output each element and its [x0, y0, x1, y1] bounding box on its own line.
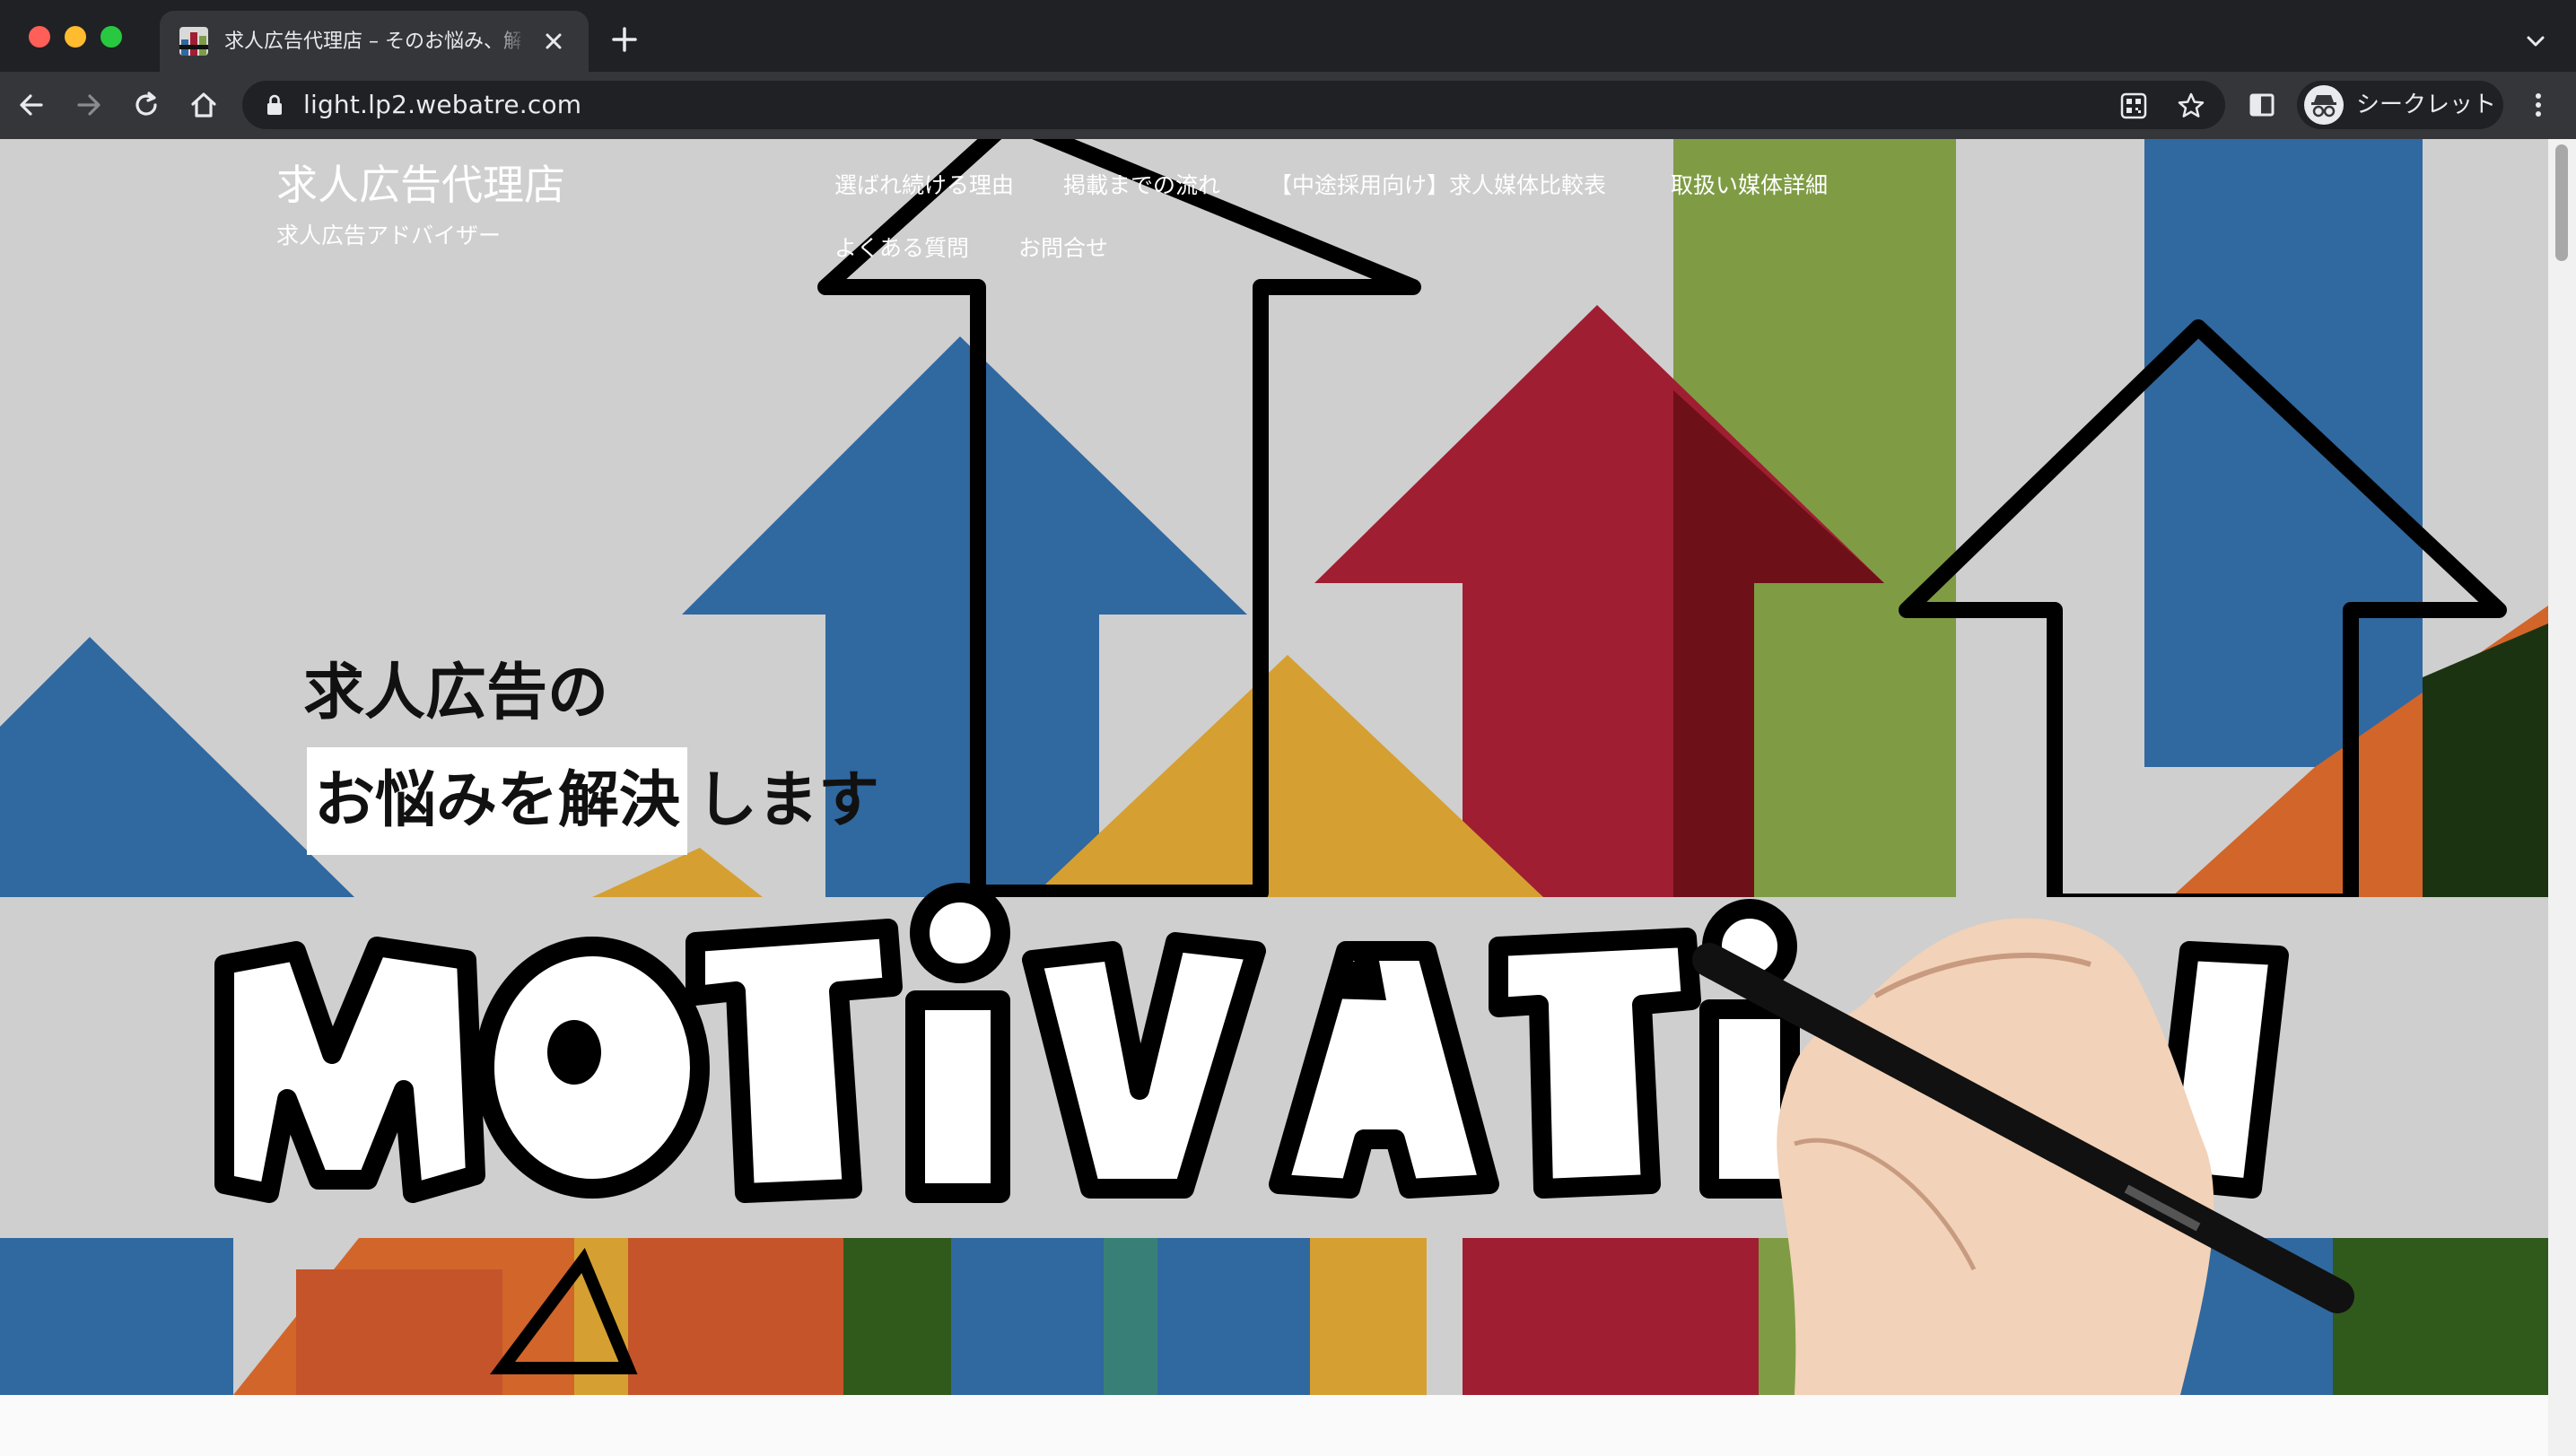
lock-icon[interactable]: [264, 93, 285, 117]
tab-title: 求人広告代理店 – そのお悩み、解決: [224, 31, 520, 53]
minimize-window-button[interactable]: [65, 26, 86, 48]
nav-contact[interactable]: お問合せ: [1018, 231, 1108, 266]
favicon-icon: [179, 27, 208, 56]
nav-media-comparison[interactable]: 【中途採用向け】求人媒体比較表: [1270, 168, 1606, 204]
forward-icon[interactable]: [72, 88, 106, 122]
site-title[interactable]: 求人広告代理店: [276, 155, 565, 214]
close-window-button[interactable]: [29, 26, 50, 48]
hero-headline-line1: 求人広告の: [303, 658, 609, 728]
browser-window: 求人広告代理店 – そのお悩み、解決 light.lp2.webatre.com…: [0, 0, 2576, 1456]
scrollbar-thumb[interactable]: [2555, 144, 2568, 261]
bookmark-star-icon[interactable]: [2177, 92, 2205, 120]
reload-icon[interactable]: [129, 88, 163, 122]
url-text: light.lp2.webatre.com: [303, 90, 582, 119]
tab-strip: 求人広告代理店 – そのお悩み、解決: [0, 0, 2576, 72]
browser-toolbar: light.lp2.webatre.com シークレット: [0, 72, 2576, 139]
tab-title-fade: [492, 23, 528, 59]
back-icon[interactable]: [14, 88, 48, 122]
nav-flow[interactable]: 掲載までの流れ: [1063, 168, 1220, 204]
nav-media-details[interactable]: 取扱い媒体詳細: [1671, 168, 1828, 204]
zoom-window-button[interactable]: [100, 26, 122, 48]
nav-faq[interactable]: よくある質問: [834, 231, 969, 266]
new-tab-icon[interactable]: [610, 25, 639, 54]
home-icon[interactable]: [187, 88, 221, 122]
hero-section: 求人広告代理店 求人広告アドバイザー 選ばれ続ける理由 掲載までの流れ 【中途採…: [0, 139, 2548, 1395]
active-tab[interactable]: 求人広告代理店 – そのお悩み、解決: [160, 11, 589, 72]
site-tagline: 求人広告アドバイザー: [276, 222, 502, 248]
close-tab-icon[interactable]: [540, 28, 567, 55]
incognito-profile-button[interactable]: シークレット: [2297, 81, 2503, 129]
side-panel-icon[interactable]: [2245, 88, 2279, 122]
tab-search-chevron-icon[interactable]: [2523, 29, 2548, 54]
web-page: 求人広告代理店 求人広告アドバイザー 選ばれ続ける理由 掲載までの流れ 【中途採…: [0, 139, 2576, 1456]
hero-headline-line2: お悩みを解決 します: [307, 747, 879, 855]
incognito-label: シークレット: [2356, 92, 2497, 118]
menu-icon[interactable]: [2521, 88, 2555, 122]
hero-headline-highlight: お悩みを解決: [307, 747, 688, 855]
incognito-icon: [2304, 85, 2344, 125]
page-scrollbar[interactable]: [2548, 139, 2576, 1456]
nav-reasons[interactable]: 選ばれ続ける理由: [834, 168, 1014, 204]
hero-headline-rest: します: [696, 765, 880, 836]
address-bar[interactable]: light.lp2.webatre.com: [242, 81, 2225, 129]
qr-code-icon[interactable]: [2119, 92, 2148, 120]
